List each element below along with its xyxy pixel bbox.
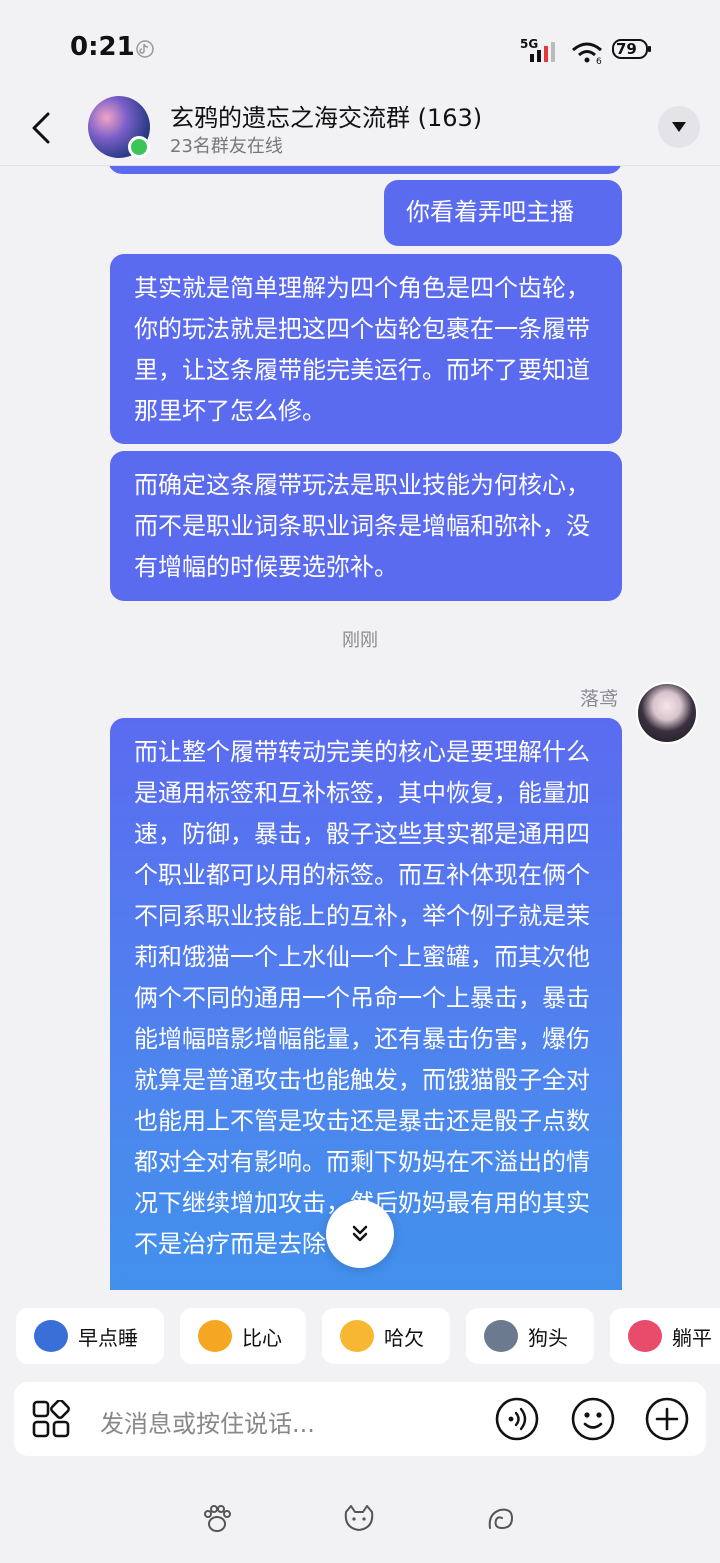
sticker-label: 比心	[242, 1326, 282, 1350]
previous-message-bubble[interactable]	[108, 166, 622, 174]
wifi-icon: 6	[572, 42, 602, 64]
svg-text:6: 6	[596, 57, 602, 64]
paw-icon[interactable]	[200, 1502, 234, 1536]
time-separator: 刚刚	[342, 630, 378, 651]
message-list[interactable]: 你看着弄吧主播 其实就是简单理解为四个角色是四个齿轮，你的玩法就是把这四个齿轮包…	[0, 166, 720, 1290]
group-title[interactable]: 玄鸦的遗忘之海交流群 (163)	[170, 98, 482, 133]
bottom-bar	[0, 1490, 720, 1550]
quick-sticker-bar: 早点睡 比心 哈欠 狗头 躺平	[0, 1308, 720, 1366]
online-status-dot	[128, 136, 150, 158]
signal-5g-icon: 5G	[520, 37, 555, 62]
tiktok-icon	[136, 40, 154, 58]
message-bubble[interactable]: 你看着弄吧主播	[384, 180, 622, 246]
battery-level: 79	[616, 40, 637, 58]
status-bar: 0:21 5G 6 79	[0, 0, 720, 96]
swirl-icon[interactable]	[484, 1502, 518, 1536]
scroll-to-bottom-button[interactable]	[326, 1200, 394, 1268]
message-bubble[interactable]: 其实就是简单理解为四个角色是四个齿轮，你的玩法就是把这四个齿轮包裹在一条履带里，…	[110, 254, 622, 444]
sticker-chip[interactable]: 狗头	[466, 1308, 594, 1364]
sticker-label: 哈欠	[384, 1326, 424, 1350]
dog-head-emoji-icon	[484, 1320, 518, 1352]
sticker-chip[interactable]: 比心	[180, 1308, 306, 1364]
yawn-emoji-icon	[340, 1320, 374, 1352]
voice-icon[interactable]	[494, 1396, 540, 1442]
sender-name: 落鸢	[580, 688, 619, 710]
message-input[interactable]: 发消息或按住说话...	[100, 1404, 315, 1439]
double-chevron-down-icon	[352, 1225, 368, 1242]
emoji-icon[interactable]	[570, 1396, 616, 1442]
message-bubble[interactable]: 而确定这条履带玩法是职业技能为何核心，而不是职业词条职业词条是增幅和弥补，没有增…	[110, 451, 622, 601]
heart-hands-emoji-icon	[198, 1320, 232, 1352]
more-options-button[interactable]	[658, 106, 700, 148]
message-input-bar: 发消息或按住说话...	[14, 1382, 706, 1456]
sticker-chip[interactable]: 躺平	[610, 1308, 720, 1364]
online-count: 23名群友在线	[170, 136, 283, 157]
caret-down-icon	[672, 122, 686, 132]
back-button[interactable]	[26, 110, 58, 146]
lie-flat-emoji-icon	[628, 1320, 662, 1352]
cat-icon[interactable]	[342, 1502, 376, 1536]
status-time: 0:21	[70, 32, 135, 62]
sticker-label: 早点睡	[78, 1326, 138, 1350]
sticker-chip[interactable]: 哈欠	[322, 1308, 450, 1364]
sticker-label: 狗头	[528, 1326, 568, 1350]
network-label: 5G	[520, 37, 538, 51]
chat-header: 玄鸦的遗忘之海交流群 (163) 23名群友在线	[0, 96, 720, 166]
sticker-chip[interactable]: 早点睡	[16, 1308, 164, 1364]
apps-grid-icon[interactable]	[32, 1400, 70, 1438]
sender-avatar[interactable]	[636, 682, 698, 744]
sleep-emoji-icon	[34, 1320, 68, 1352]
plus-icon[interactable]	[644, 1396, 690, 1442]
sticker-label: 躺平	[672, 1326, 712, 1350]
